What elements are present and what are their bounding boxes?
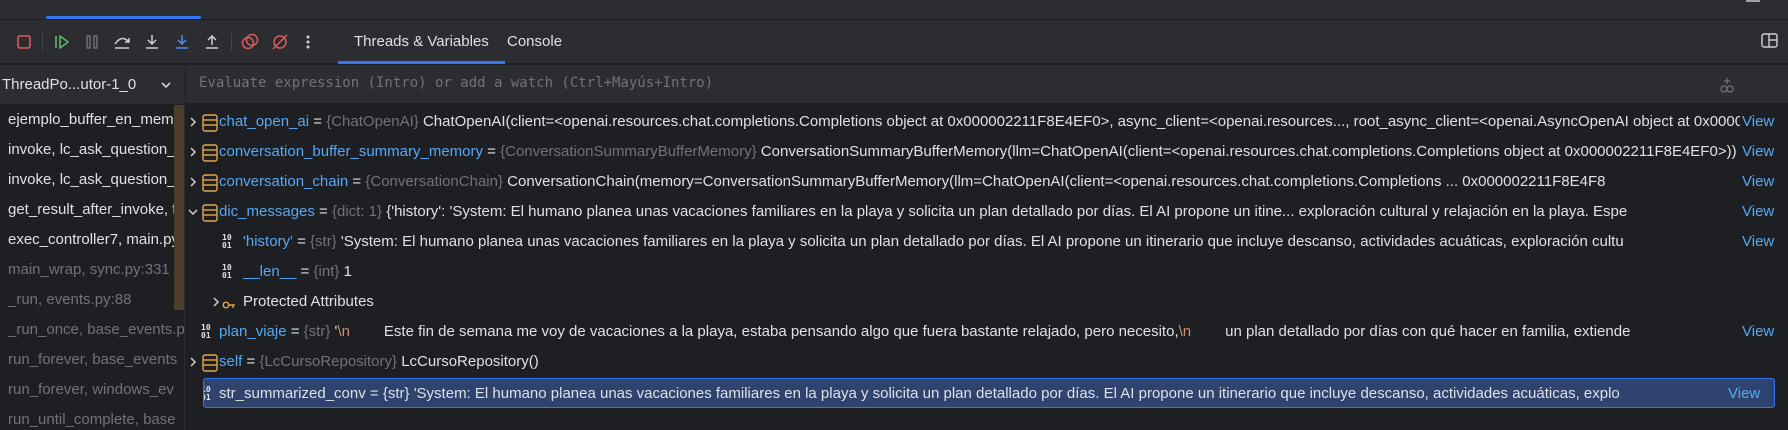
more-icon[interactable]	[296, 30, 320, 54]
frame-item[interactable]: exec_controller7, main.py	[0, 225, 184, 255]
variable-type: {ChatOpenAI}	[326, 113, 419, 130]
thread-selector-value: ThreadPo...utor-1_0	[2, 76, 137, 93]
view-link[interactable]: View	[1728, 379, 1774, 407]
variable-name: str_summarized_conv	[219, 385, 366, 402]
variable-name: dic_messages	[219, 203, 315, 220]
evaluate-placeholder: Evaluate expression (Intro) or add a wat…	[199, 75, 714, 91]
frame-item[interactable]: ejemplo_buffer_en_memo	[0, 105, 184, 135]
variable-type: {str}	[310, 233, 337, 250]
variable-type: {ConversationChain}	[365, 173, 503, 190]
variable-value-end: un plan detallado por días con qué hacer…	[1225, 323, 1631, 340]
int-value-icon: 10 01	[222, 263, 232, 280]
variable-type: {str}	[382, 385, 410, 402]
variable-type: {dict: 1}	[332, 203, 383, 220]
view-link[interactable]: View	[1742, 167, 1788, 197]
view-link[interactable]: View	[1742, 317, 1788, 347]
variable-row[interactable]: dic_messages = {dict: 1} {'history': 'Sy…	[186, 197, 1788, 227]
layout-icon[interactable]	[1760, 31, 1780, 55]
variable-name: self	[219, 353, 243, 370]
frame-item[interactable]: _run_once, base_events.p	[0, 315, 184, 345]
frames-list: ejemplo_buffer_en_memo invoke, lc_ask_qu…	[0, 105, 185, 430]
escape-sequence: \n	[1178, 323, 1192, 340]
frame-item[interactable]: main_wrap, sync.py:331	[0, 255, 184, 285]
string-value-icon: 1001	[201, 323, 211, 340]
variable-value: ConversationChain(memory=ConversationSum…	[507, 173, 1606, 190]
view-link[interactable]: View	[1742, 227, 1788, 257]
frame-item[interactable]: run_forever, base_events	[0, 345, 184, 375]
minimize-icon[interactable]	[1746, 0, 1760, 2]
variable-type: {LcCursoRepository}	[259, 353, 398, 370]
variable-value: 'System: El humano planea unas vacacione…	[340, 233, 1624, 250]
variables-tree: chat_open_ai = {ChatOpenAI} ChatOpenAI(c…	[186, 105, 1788, 430]
evaluate-expression-input[interactable]: Evaluate expression (Intro) or add a wat…	[185, 65, 1788, 104]
step-into-icon[interactable]	[140, 30, 164, 54]
frame-item[interactable]: _run, events.py:88	[0, 285, 184, 315]
variable-row[interactable]: self = {LcCursoRepository} LcCursoReposi…	[186, 347, 1788, 377]
frame-item[interactable]: get_result_after_invoke, f	[0, 195, 184, 225]
variable-value: 'System: El humano planea unas vacacione…	[413, 385, 1620, 402]
add-watch-icon[interactable]	[1718, 76, 1736, 98]
variable-value: Este fin de semana me voy de vacaciones …	[383, 323, 1179, 340]
frame-item[interactable]: invoke, lc_ask_question_s	[0, 135, 184, 165]
resume-icon[interactable]	[50, 30, 74, 54]
protected-attributes-label: Protected Attributes	[243, 293, 374, 310]
variable-type: {str}	[303, 323, 331, 340]
escape-sequence: \n	[337, 323, 350, 340]
chevron-down-icon	[160, 78, 172, 95]
variable-value: ChatOpenAI(client=<openai.resources.chat…	[422, 113, 1740, 130]
key-icon	[222, 295, 240, 313]
step-out-icon[interactable]	[200, 30, 224, 54]
string-value-icon: 1001	[222, 233, 232, 250]
variable-value: ConversationSummaryBufferMemory(llm=Chat…	[760, 143, 1737, 160]
string-value-icon: 1001	[204, 385, 211, 402]
toolbar-separator	[42, 33, 43, 51]
variable-name: conversation_chain	[219, 173, 349, 190]
stop-icon[interactable]	[12, 30, 36, 54]
debug-toolbar: Threads & Variables Console	[0, 20, 1788, 64]
variable-row[interactable]: chat_open_ai = {ChatOpenAI} ChatOpenAI(c…	[186, 107, 1788, 137]
view-link[interactable]: View	[1742, 137, 1788, 167]
title-strip	[0, 0, 1788, 20]
variable-row[interactable]: 10 01 'history' = {str} 'System: El human…	[186, 227, 1788, 257]
tab-threads-variables[interactable]: Threads & Variables	[338, 20, 505, 64]
variable-name: conversation_buffer_summary_memory	[219, 143, 484, 160]
object-icon	[201, 113, 219, 132]
variable-type: {ConversationSummaryBufferMemory}	[500, 143, 757, 160]
view-link[interactable]: View	[1742, 197, 1788, 227]
view-breakpoints-icon[interactable]	[238, 30, 262, 54]
toolbar-separator	[231, 33, 232, 51]
object-icon	[201, 173, 219, 192]
variable-value: LcCursoRepository()	[401, 353, 539, 370]
frame-item[interactable]: run_until_complete, base	[0, 405, 184, 430]
variable-row[interactable]: conversation_chain = {ConversationChain}…	[186, 167, 1788, 197]
variable-value: 1	[343, 263, 352, 280]
thread-selector[interactable]: ThreadPo...utor-1_0	[0, 65, 185, 104]
variable-row[interactable]: conversation_buffer_summary_memory = {Co…	[186, 137, 1788, 167]
pause-icon[interactable]	[80, 30, 104, 54]
variable-name: 'history'	[243, 233, 293, 250]
variable-row[interactable]: 10 01 __len__ = {int} 1	[186, 257, 1788, 287]
variable-name: chat_open_ai	[219, 113, 310, 130]
view-link[interactable]: View	[1742, 107, 1788, 137]
force-step-into-icon[interactable]	[170, 30, 194, 54]
variable-name: plan_viaje	[219, 323, 287, 340]
tab-console[interactable]: Console	[491, 20, 578, 64]
variable-value: {'history': 'System: El humano planea un…	[386, 203, 1628, 220]
mute-breakpoints-icon[interactable]	[268, 30, 292, 54]
frame-item[interactable]: invoke, lc_ask_question_c	[0, 165, 184, 195]
protected-attributes-row[interactable]: Protected Attributes	[186, 287, 1788, 317]
variable-row-selected[interactable]: 1001 str_summarized_conv = {str} 'System…	[203, 378, 1775, 408]
step-over-icon[interactable]	[110, 30, 134, 54]
variable-type: {int}	[313, 263, 340, 280]
dict-icon	[201, 203, 219, 222]
active-run-tab-indicator	[46, 16, 201, 19]
frames-scrollbar[interactable]	[174, 105, 184, 310]
object-icon	[201, 143, 219, 162]
frame-item[interactable]: run_forever, windows_ev	[0, 375, 184, 405]
variable-row[interactable]: 10 01 plan_viaje = {str} '\n Este fin de s…	[186, 317, 1788, 347]
object-icon	[201, 353, 219, 372]
variable-name: __len__	[243, 263, 297, 280]
